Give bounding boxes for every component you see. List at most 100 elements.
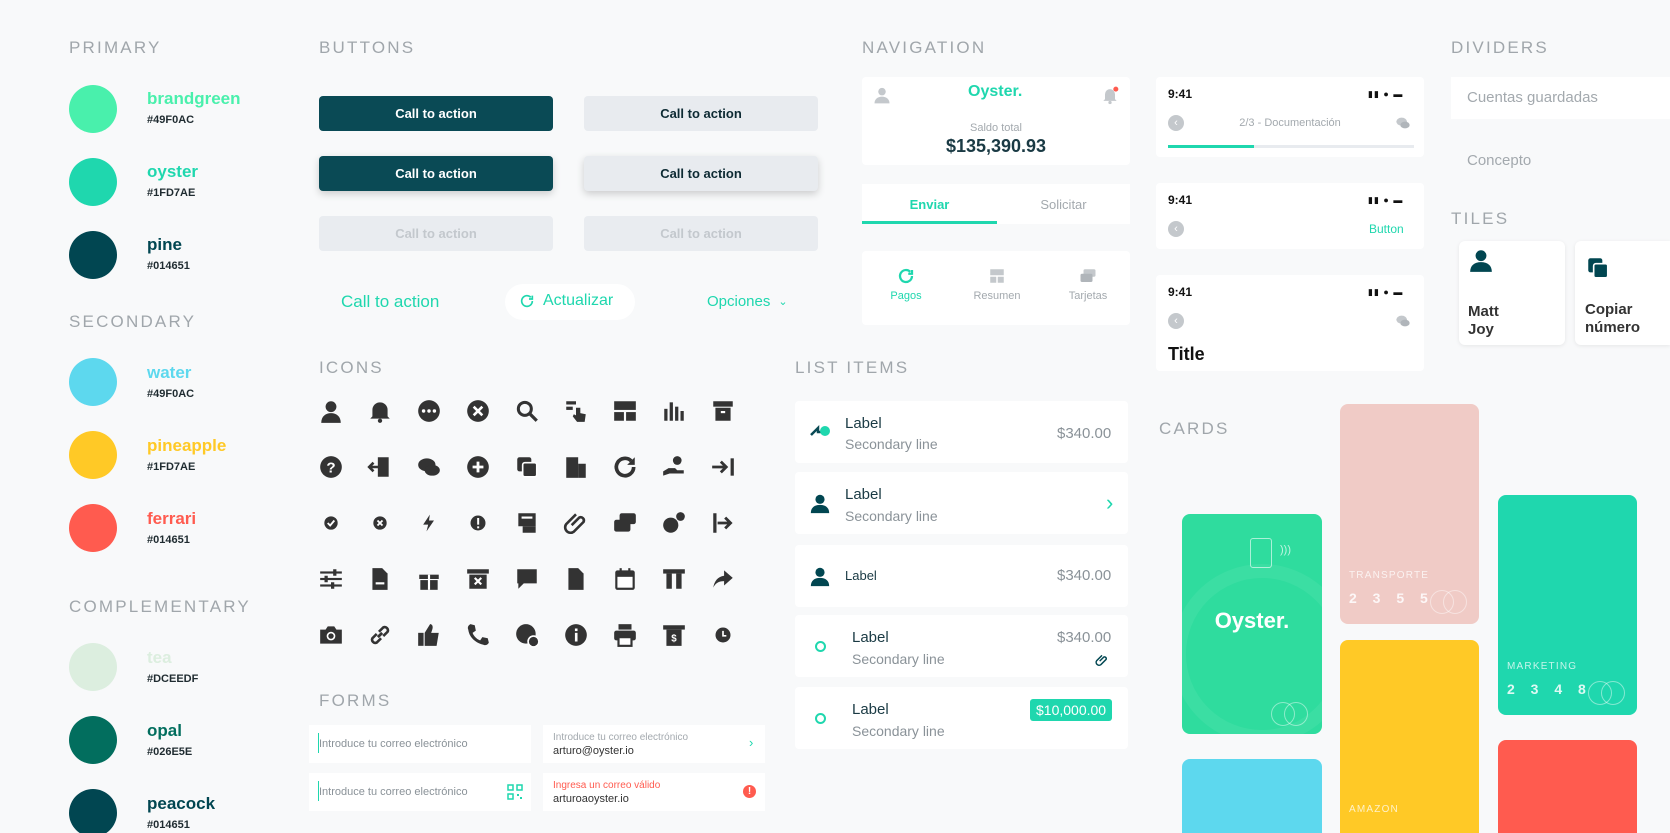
building-icon: [563, 454, 589, 480]
tab-indicator: [862, 221, 997, 224]
bottom-nav-cards-label: Tarjetas: [1068, 290, 1108, 302]
email-field-empty[interactable]: Introduce tu correo electrónico: [309, 725, 531, 763]
options-button[interactable]: Opciones ⌄: [707, 293, 788, 310]
tile-copy[interactable]: Copiar número: [1575, 241, 1670, 345]
email-field-qr[interactable]: Introduce tu correo electrónico: [309, 773, 531, 811]
amazon-card[interactable]: AMAZON: [1340, 640, 1479, 833]
pine-hex: #014651: [147, 260, 190, 272]
marketing-card[interactable]: MARKETING 2 3 4 8: [1498, 495, 1637, 715]
clock-icon: [713, 625, 733, 645]
pineapple-hex: #1FD7AE: [147, 461, 196, 473]
user-icon[interactable]: [872, 85, 892, 105]
user-icon: [809, 564, 831, 588]
cta-secondary-hover-button[interactable]: Call to action: [584, 156, 818, 191]
alert-icon: [468, 513, 488, 533]
card-label: AMAZON: [1349, 804, 1399, 815]
secondary-title: SECONDARY: [69, 312, 197, 331]
bottom-nav-pay[interactable]: Pagos: [882, 267, 930, 302]
notification-bell-icon[interactable]: [1100, 85, 1120, 105]
balance-amount: $135,390.93: [945, 136, 1047, 156]
status-icons: ▮▮ ● ▬: [1368, 287, 1404, 297]
cta-text-button[interactable]: Call to action: [341, 292, 439, 312]
tile-person[interactable]: Matt Joy: [1459, 241, 1565, 345]
water-hex: #49F0AC: [147, 388, 195, 400]
email-field-filled[interactable]: Introduce tu correo electrónico arturo@o…: [543, 725, 765, 763]
phone-icon: [465, 622, 491, 648]
peacock-name: peacock: [147, 794, 216, 813]
layout-icon: [990, 269, 1004, 283]
list-item-amount: $340.00: [1057, 425, 1112, 442]
oyster-card[interactable]: ))) Oyster.: [1182, 514, 1322, 734]
opal-swatch: [69, 716, 117, 764]
tile-person-name: Matt Joy: [1468, 303, 1499, 338]
ferrari-card[interactable]: [1498, 740, 1637, 833]
bottom-nav-summary-label: Resumen: [973, 290, 1021, 302]
chip-icon: [1250, 538, 1272, 568]
status-time: 9:41: [1168, 285, 1193, 299]
list-item-secondary: Secondary line: [845, 508, 938, 524]
card-label: MARKETING: [1507, 661, 1578, 672]
water-card[interactable]: [1182, 759, 1322, 833]
list-item[interactable]: Label Secondary line ›: [795, 472, 1128, 534]
cta-secondary-button[interactable]: Call to action: [584, 96, 818, 131]
back-icon[interactable]: ‹: [1168, 313, 1184, 329]
card-number: 2 3 4 8: [1507, 681, 1592, 697]
help-icon: ?: [318, 454, 344, 480]
back-icon[interactable]: ‹: [1168, 221, 1184, 237]
list-item[interactable]: Label Secondary line $340.00: [795, 401, 1128, 463]
attach-icon: [1095, 653, 1109, 667]
list-item[interactable]: Label $340.00: [795, 545, 1128, 607]
cta-primary-hover-button[interactable]: Call to action: [319, 156, 553, 191]
mastercard-icon: [1284, 702, 1308, 726]
email-field-label: Introduce tu correo electrónico: [553, 732, 689, 743]
refresh-button[interactable]: Actualizar: [505, 284, 635, 320]
exit-icon: [710, 510, 736, 536]
more-icon: [416, 398, 442, 424]
chat-icon[interactable]: [1395, 313, 1411, 329]
print-icon: [612, 622, 638, 648]
archive-x-icon: [465, 566, 491, 592]
svg-text:$: $: [671, 634, 677, 645]
transfer-icon: [809, 423, 831, 439]
add-icon: [465, 454, 491, 480]
bottom-nav-cards[interactable]: Tarjetas: [1058, 267, 1118, 302]
list-item[interactable]: Label Secondary line $10,000.00: [795, 687, 1128, 749]
status-time: 9:41: [1168, 87, 1193, 101]
title-header: 9:41 ▮▮ ● ▬ ‹ Title: [1156, 275, 1424, 371]
box-icon: [710, 398, 736, 424]
contactless-icon: ))): [1280, 544, 1291, 556]
tab-send[interactable]: Enviar: [862, 184, 997, 224]
arrow-right-bar-icon: [710, 454, 736, 480]
qr-code-icon[interactable]: [507, 784, 523, 800]
pine-name: pine: [147, 235, 182, 254]
list-item-secondary: Secondary line: [845, 436, 938, 452]
card-brand: Oyster.: [1214, 608, 1290, 633]
water-swatch: [69, 358, 117, 406]
bell-icon: [367, 398, 393, 424]
list-item-label: Label: [845, 486, 882, 503]
cards-icon: [612, 510, 638, 536]
opal-name: opal: [147, 721, 182, 740]
document-icon: [367, 566, 393, 592]
list-item-label: Label: [845, 568, 877, 583]
header-button[interactable]: Button: [1369, 222, 1404, 236]
cta-secondary-disabled-button: Call to action: [584, 216, 818, 251]
options-label: Opciones: [707, 293, 771, 310]
oyster-swatch: [69, 158, 117, 206]
error-icon: !: [743, 785, 756, 798]
list-item[interactable]: Label Secondary line $340.00: [795, 615, 1128, 677]
copy-icon: [1585, 255, 1611, 281]
link-icon: [367, 622, 393, 648]
bottom-nav-summary[interactable]: Resumen: [967, 267, 1027, 302]
chat-icon[interactable]: [1395, 115, 1411, 131]
status-icons: ▮▮ ● ▬: [1368, 195, 1404, 205]
email-error-label: Ingresa un correo válido: [553, 780, 661, 791]
info-icon: [563, 622, 589, 648]
list-item-amount: $340.00: [1057, 567, 1112, 584]
transport-card[interactable]: TRANSPORTE 2 3 5 5: [1340, 404, 1479, 624]
cta-primary-button[interactable]: Call to action: [319, 96, 553, 131]
email-field-error[interactable]: Ingresa un correo válido arturoaoyster.i…: [543, 773, 765, 811]
tab-request[interactable]: Solicitar: [997, 184, 1130, 224]
divider-label: Cuentas guardadas: [1467, 89, 1598, 106]
email-error-value: arturoaoyster.io: [553, 793, 629, 805]
